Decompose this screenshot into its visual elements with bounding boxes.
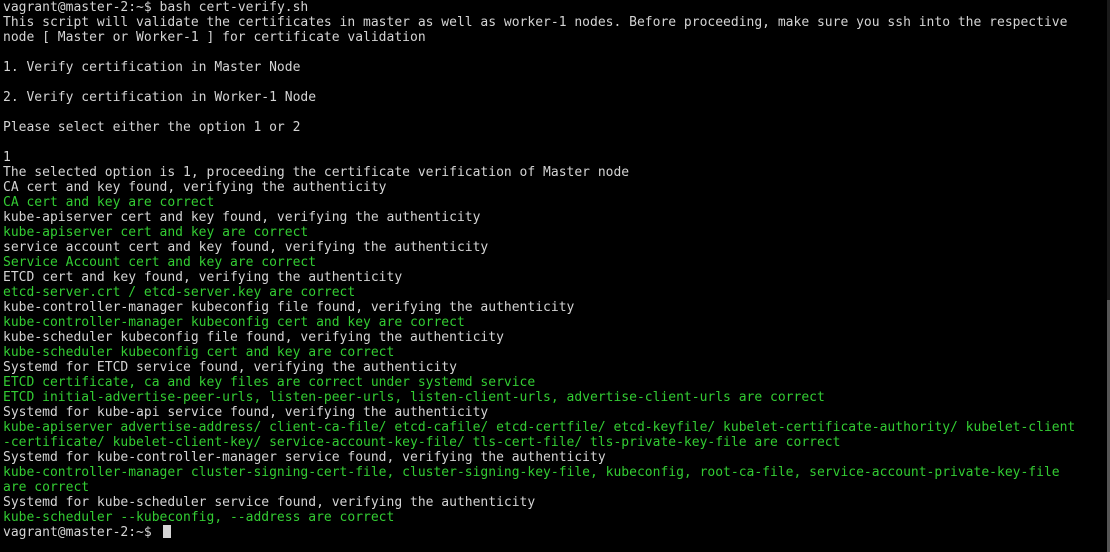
output-line: ETCD certificate, ca and key files are c… (3, 375, 536, 390)
output-line: kube-controller-manager cluster-signing-… (3, 465, 1060, 480)
terminal-output: This script will validate the certificat… (3, 15, 1110, 525)
terminal-window[interactable]: vagrant@master-2:~$ bash cert-verify.sh … (0, 0, 1110, 552)
output-line: 2. Verify certification in Worker-1 Node (3, 90, 317, 105)
output-line: kube-apiserver cert and key found, verif… (3, 210, 481, 225)
output-line: Systemd for ETCD service found, verifyin… (3, 360, 457, 375)
output-line: node [ Master or Worker-1 ] for certific… (3, 30, 426, 45)
output-line: CA cert and key found, verifying the aut… (3, 180, 387, 195)
output-line: kube-controller-manager kubeconfig cert … (3, 315, 465, 330)
output-line: Please select either the option 1 or 2 (3, 120, 301, 135)
output-line: etcd-server.crt / etcd-server.key are co… (3, 285, 356, 300)
output-line: kube-scheduler kubeconfig file found, ve… (3, 330, 504, 345)
output-line: are correct (3, 480, 90, 495)
output-line: 1. Verify certification in Master Node (3, 60, 301, 75)
output-line: kube-controller-manager kubeconfig file … (3, 300, 575, 315)
output-line: kube-scheduler --kubeconfig, --address a… (3, 510, 395, 525)
output-line: service account cert and key found, veri… (3, 240, 489, 255)
output-line: ETCD initial-advertise-peer-urls, listen… (3, 390, 825, 405)
final-prompt-line[interactable]: vagrant@master-2:~$ (3, 525, 1110, 540)
command-text: bash cert-verify.sh (159, 0, 309, 15)
output-line: The selected option is 1, proceeding the… (3, 165, 630, 180)
output-line: Systemd for kube-scheduler service found… (3, 495, 536, 510)
shell-prompt: vagrant@master-2:~$ (3, 525, 160, 540)
output-line: CA cert and key are correct (3, 195, 215, 210)
output-line: -certificate/ kubelet-client-key/ servic… (3, 435, 841, 450)
output-line: kube-apiserver advertise-address/ client… (3, 420, 1076, 435)
output-line: Systemd for kube-api service found, veri… (3, 405, 489, 420)
output-line: Systemd for kube-controller-manager serv… (3, 450, 606, 465)
command-line: vagrant@master-2:~$ bash cert-verify.sh (3, 0, 1110, 15)
output-line: kube-scheduler kubeconfig cert and key a… (3, 345, 395, 360)
shell-prompt: vagrant@master-2:~$ (3, 0, 160, 15)
output-line: Service Account cert and key are correct (3, 255, 317, 270)
output-line: This script will validate the certificat… (3, 15, 1068, 30)
text-cursor (162, 525, 171, 538)
output-line: ETCD cert and key found, verifying the a… (3, 270, 403, 285)
output-line: kube-apiserver cert and key are correct (3, 225, 309, 240)
output-line: 1 (3, 150, 11, 165)
